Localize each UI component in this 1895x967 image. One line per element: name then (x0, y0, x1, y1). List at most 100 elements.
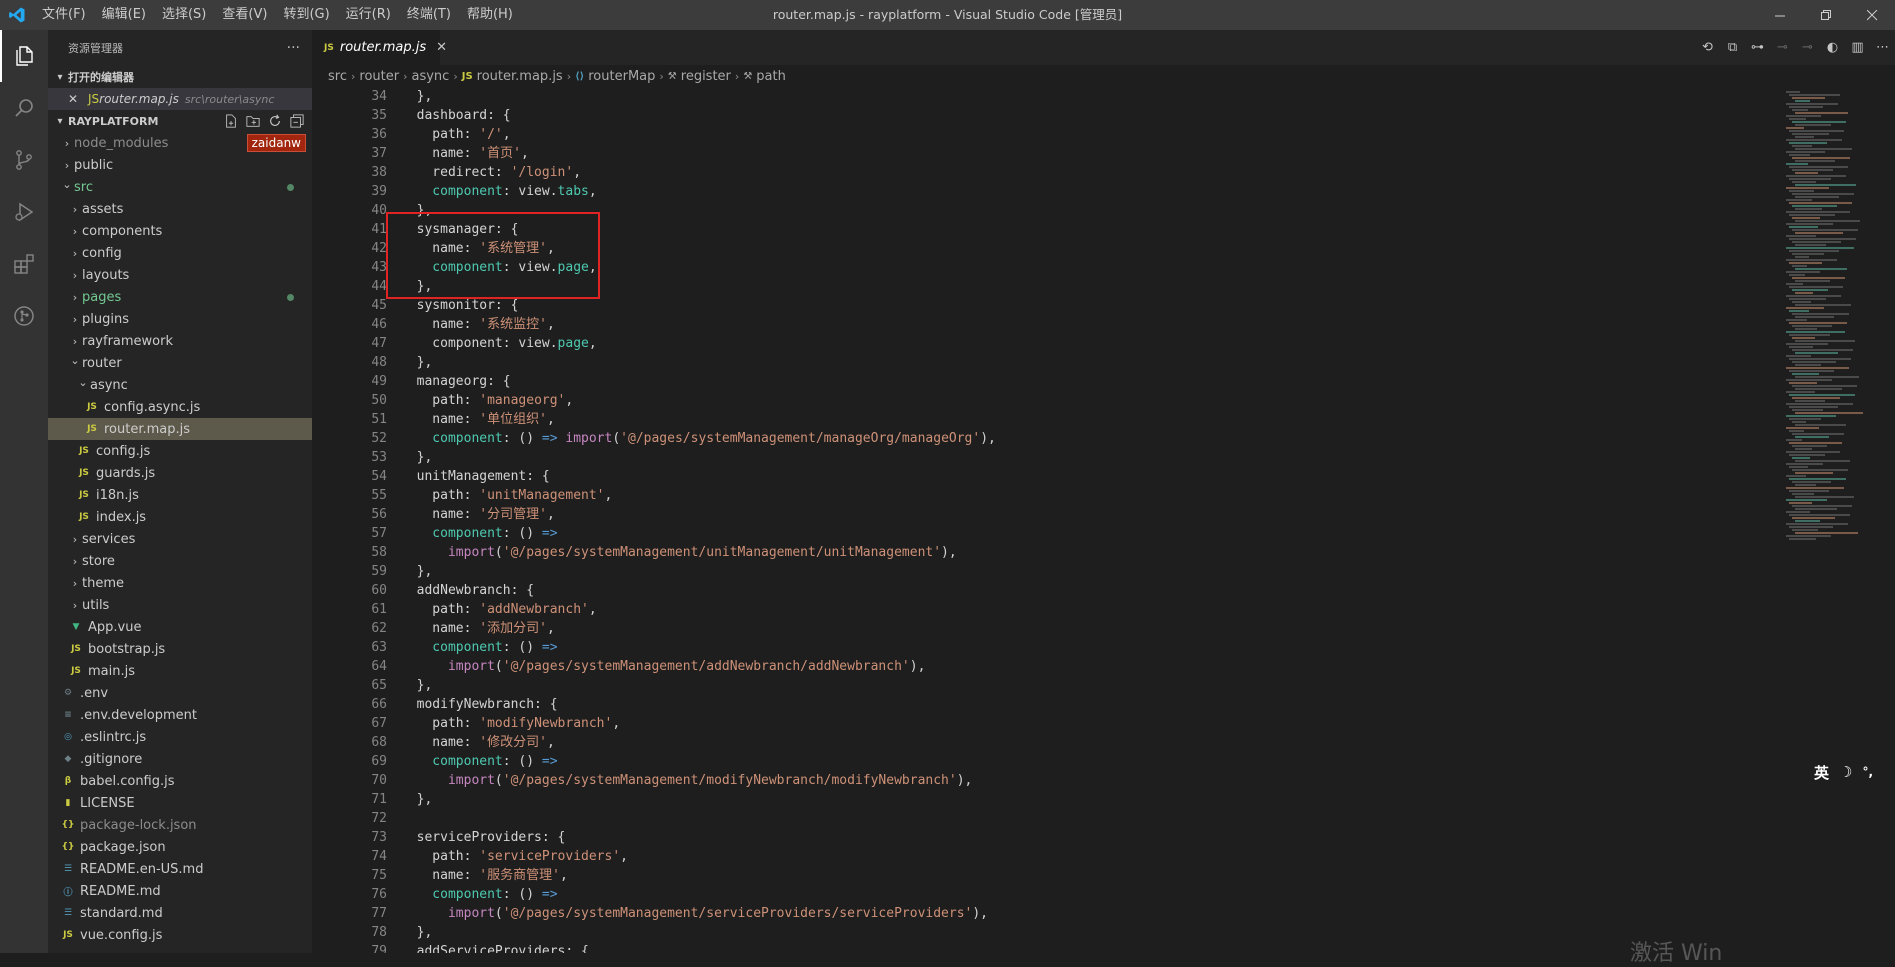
tree-folder[interactable]: › node_modules zaidanw (48, 132, 312, 154)
tree-file[interactable]: JS bootstrap.js (48, 638, 312, 660)
tree-folder[interactable]: › store (48, 550, 312, 572)
timeline-icon[interactable]: ⟲ (1695, 35, 1720, 60)
vertical-scrollbar[interactable] (1882, 87, 1895, 953)
breadcrumb-item[interactable]: register (681, 69, 731, 84)
git-graph-icon[interactable] (0, 290, 48, 342)
tree-folder[interactable]: › public (48, 154, 312, 176)
menu-item-3[interactable]: 查看(V) (214, 0, 275, 30)
restore-icon[interactable] (1803, 0, 1849, 30)
breadcrumb-item[interactable]: router.map.js (477, 69, 563, 84)
code-token: ( (494, 659, 503, 674)
tree-folder[interactable]: › theme (48, 572, 312, 594)
tab-router-map[interactable]: JS router.map.js ✕ (312, 30, 447, 65)
tree-folder[interactable]: ⌄ async (48, 374, 312, 396)
menu-item-2[interactable]: 选择(S) (154, 0, 214, 30)
line-number: 76 (371, 887, 387, 902)
tree-file[interactable]: ☰ README.en-US.md (48, 858, 312, 880)
new-folder-icon[interactable] (246, 114, 260, 128)
code-editor[interactable]: 34 }, 35 dashboard: {36 path: '/', 37 name… (312, 87, 1782, 953)
minimap-line (1786, 487, 1844, 489)
more-actions-icon[interactable]: ⋯ (1870, 35, 1895, 60)
open-editors-section[interactable]: ▾ 打开的编辑器 (48, 66, 312, 88)
minimap-line (1786, 331, 1845, 333)
tree-folder[interactable]: › plugins (48, 308, 312, 330)
code-text: path: '/', (387, 125, 510, 144)
tree-file[interactable]: JS config.async.js (48, 396, 312, 418)
refresh-icon[interactable] (268, 114, 282, 128)
tree-file[interactable]: JS main.js (48, 660, 312, 682)
tree-folder[interactable]: › config (48, 242, 312, 264)
tree-folder[interactable]: › utils (48, 594, 312, 616)
new-file-icon[interactable] (224, 114, 238, 128)
tree-file[interactable]: ▼ App.vue (48, 616, 312, 638)
tree-folder[interactable]: ⌄ router (48, 352, 312, 374)
menu-item-7[interactable]: 帮助(H) (459, 0, 521, 30)
line-number: 42 (371, 241, 387, 256)
menu-item-5[interactable]: 运行(R) (338, 0, 399, 30)
extensions-icon[interactable] (0, 238, 48, 290)
tree-file[interactable]: ⚙ .env (48, 682, 312, 704)
menu-item-4[interactable]: 转到(G) (275, 0, 337, 30)
close-tab-icon[interactable]: ✕ (436, 40, 447, 55)
menu-item-0[interactable]: 文件(F) (34, 0, 94, 30)
collapse-all-icon[interactable] (290, 114, 304, 128)
code-line: 48 }, (312, 353, 996, 372)
breadcrumb-item[interactable]: path (756, 69, 786, 84)
tree-file[interactable]: ≡ .env.development (48, 704, 312, 726)
minimap-line (1789, 178, 1831, 180)
breadcrumb-item[interactable]: async (412, 69, 450, 84)
tree-folder[interactable]: › rayframework (48, 330, 312, 352)
tree-file[interactable]: β babel.config.js (48, 770, 312, 792)
tree-file[interactable]: JS i18n.js (48, 484, 312, 506)
breadcrumb-item[interactable]: src (328, 69, 347, 84)
code-text: component: view.page, (387, 334, 596, 353)
source-control-icon[interactable] (0, 134, 48, 186)
toggle-icon[interactable]: ◐ (1820, 35, 1845, 60)
split-editor-icon[interactable]: ▥ (1845, 35, 1870, 60)
git-next-icon[interactable]: ⊸ (1795, 35, 1820, 60)
tree-folder[interactable]: › assets (48, 198, 312, 220)
minimap[interactable] (1782, 87, 1882, 953)
tree-label: .gitignore (80, 751, 143, 767)
line-number: 68 (371, 735, 387, 750)
compare-icon[interactable]: ⧉ (1720, 35, 1745, 60)
tree-file[interactable]: JS config.js (48, 440, 312, 462)
tree-file[interactable]: JS router.map.js (48, 418, 312, 440)
minimap-line (1792, 109, 1808, 111)
tree-folder[interactable]: › layouts (48, 264, 312, 286)
tree-file[interactable]: JS vue.config.js (48, 924, 312, 946)
explorer-icon[interactable] (0, 30, 48, 82)
minimap-line (1795, 532, 1858, 534)
tree-folder[interactable]: ⌄ src (48, 176, 312, 198)
tree-folder[interactable]: › pages (48, 286, 312, 308)
minimap-line (1795, 436, 1829, 438)
close-icon[interactable]: ✕ (68, 92, 84, 106)
tree-folder[interactable]: › services (48, 528, 312, 550)
json-file-icon: {} (61, 842, 75, 852)
breadcrumb-item[interactable]: router (359, 69, 399, 84)
tree-file[interactable]: ◎ .eslintrc.js (48, 726, 312, 748)
more-actions-icon[interactable]: ··· (287, 40, 300, 56)
tree-file[interactable]: ▮ LICENSE (48, 792, 312, 814)
tree-file[interactable]: ☰ standard.md (48, 902, 312, 924)
open-editor-item[interactable]: ✕ JS router.map.js src\router\async (48, 88, 312, 110)
tree-file[interactable]: JS index.js (48, 506, 312, 528)
tree-file[interactable]: JS guards.js (48, 462, 312, 484)
run-debug-icon[interactable] (0, 186, 48, 238)
tree-file[interactable]: {} package-lock.json (48, 814, 312, 836)
minimize-icon[interactable] (1757, 0, 1803, 30)
tree-folder[interactable]: › components (48, 220, 312, 242)
git-prev-icon[interactable]: ⊸ (1770, 35, 1795, 60)
tree-file[interactable]: {} package.json (48, 836, 312, 858)
code-text: component: () => import('@/pages/systemM… (387, 429, 996, 448)
menu-item-1[interactable]: 编辑(E) (94, 0, 154, 30)
close-icon[interactable] (1849, 0, 1895, 30)
breadcrumb-item[interactable]: routerMap (588, 69, 655, 84)
ime-indicator[interactable]: 英 ☽ °, (1814, 760, 1873, 784)
project-section[interactable]: ▾ RAYPLATFORM (48, 110, 312, 132)
git-commit-icon[interactable]: ⊶ (1745, 35, 1770, 60)
tree-file[interactable]: ◆ .gitignore (48, 748, 312, 770)
menu-item-6[interactable]: 终端(T) (399, 0, 459, 30)
search-icon[interactable] (0, 82, 48, 134)
tree-file[interactable]: ⓘ README.md (48, 880, 312, 902)
